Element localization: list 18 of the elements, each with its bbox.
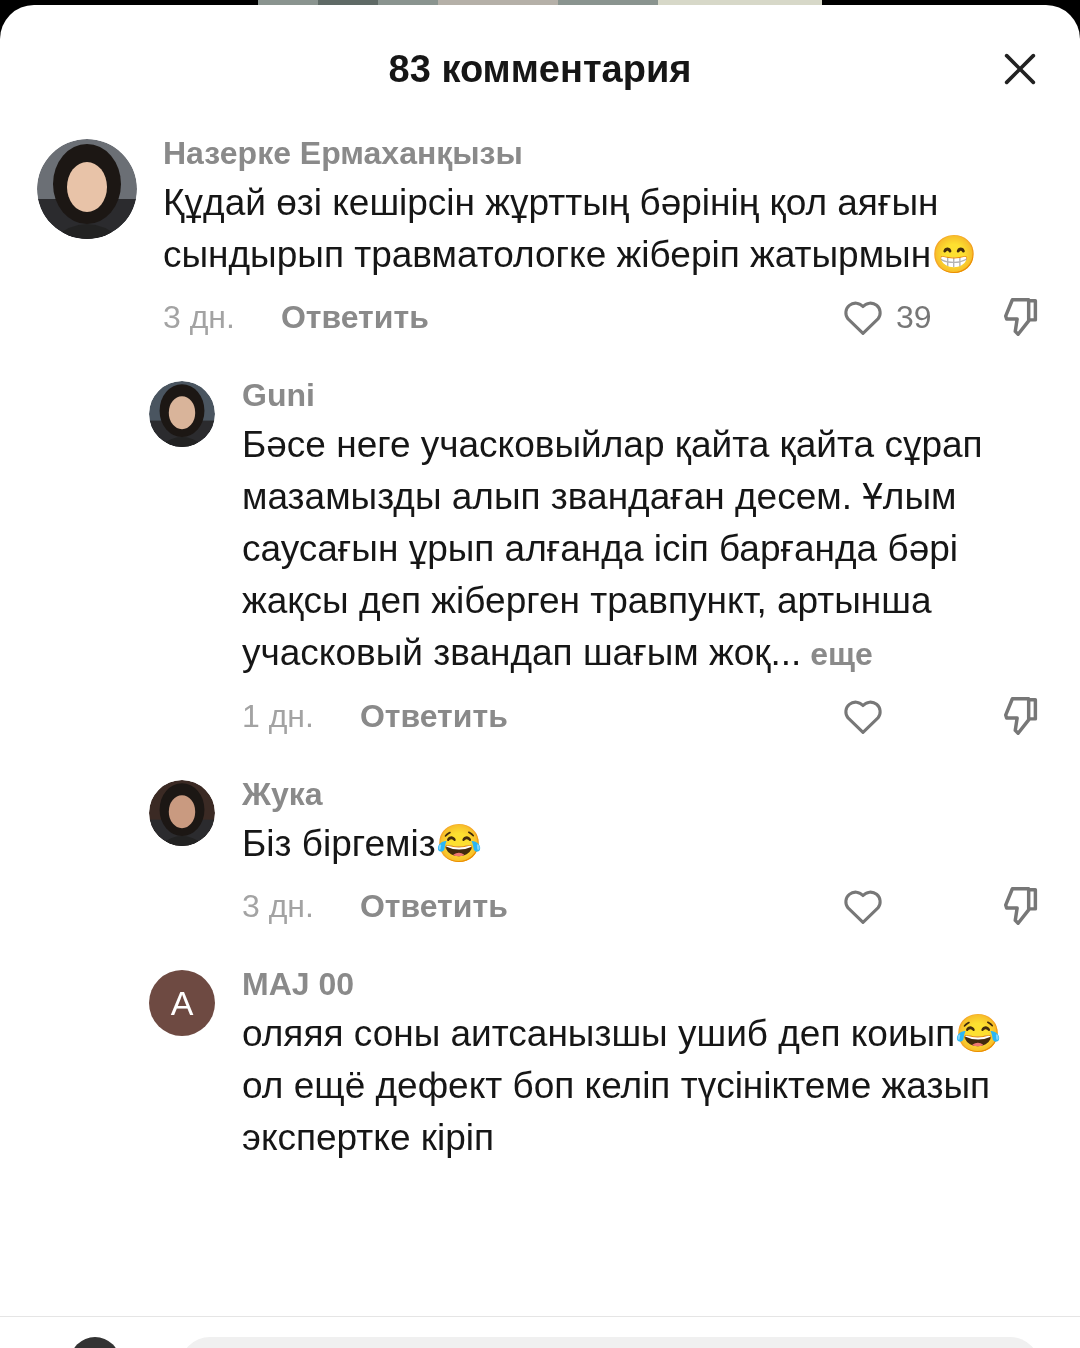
more-link[interactable]: еще <box>801 636 873 672</box>
author-name[interactable]: Guni <box>242 375 1044 415</box>
author-name[interactable]: Назерке Ермаханқызы <box>163 133 1044 173</box>
like-count: 39 <box>896 298 932 337</box>
author-name[interactable]: MAJ 00 <box>242 964 1044 1004</box>
comment-time: 3 дн. <box>163 298 235 337</box>
reply-button[interactable]: Ответить <box>359 882 508 930</box>
comment-time: 3 дн. <box>242 887 314 926</box>
comment-text: Біз біргеміз😂 <box>242 822 483 866</box>
comment-time: 1 дн. <box>242 697 314 736</box>
comment-text: оляяя соны аитсанызшы ушиб деп коиып😂 ол ещё дефект боп келіп түсініктеме жазып экспертке кіріп <box>242 1012 1003 1160</box>
avatar: A <box>149 970 215 1036</box>
comment-text: Бәсе неге учасковыйлар қайта қайта сұрап мазамызды алып звандаған десем. Ұлым саусағын ұрып алғанда ісіп барғанда бәрі жақсы деп жіберген травпункт, артынша учасковый звандап шағым жоқ... еще <box>242 423 984 675</box>
author-name[interactable]: Жука <box>242 774 1044 814</box>
comment-text: Құдай өзі кешірсін жұрттың бәрінің қол аяғын сындырып травматологке жіберіп жатырмын😁 <box>163 181 979 277</box>
comments-title: 83 комментария <box>388 46 692 92</box>
reply-button[interactable]: Ответить <box>359 692 508 740</box>
reply-button[interactable]: Ответить <box>280 293 429 341</box>
